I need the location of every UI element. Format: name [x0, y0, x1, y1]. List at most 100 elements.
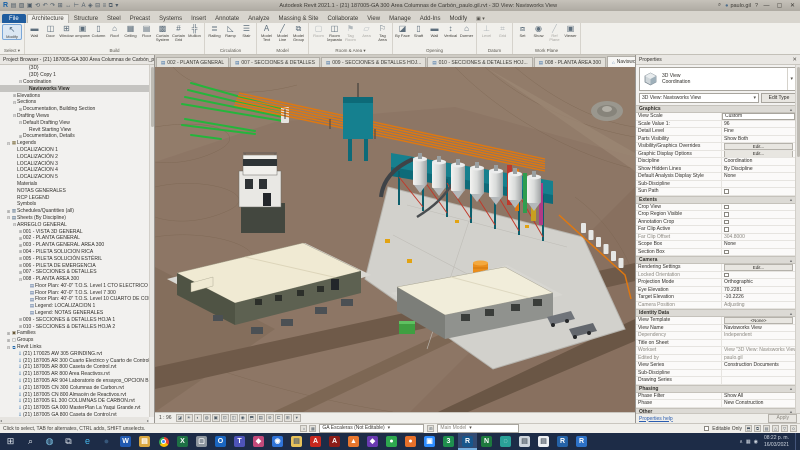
browser-horizontal-scrollbar[interactable]: ◂ ▸ [0, 417, 149, 423]
sync-with-central-icon[interactable]: ⟲ [35, 3, 40, 9]
ribbon-button-stair[interactable]: ☰ Stair [239, 24, 254, 38]
rendering-dialog-icon[interactable]: ◍ [203, 414, 211, 422]
reveal-constraints-icon[interactable]: ⊞ [284, 414, 292, 422]
tree-item-localizaci-n-5[interactable]: LOCALIZACIÓN 5 [0, 174, 149, 181]
ribbon-tab-architecture[interactable]: Architecture [26, 14, 69, 23]
thin-lines-icon[interactable]: ≡ [103, 3, 107, 9]
property-value[interactable] [722, 249, 795, 256]
highlight-displacement-icon[interactable]: ⊏ [275, 414, 283, 422]
property-value[interactable] [722, 226, 795, 233]
taskbar-app-revit-viewer[interactable]: R [553, 433, 572, 450]
property-value[interactable]: 70.2281 [722, 287, 795, 294]
tree-item-localizaci-n-4[interactable]: LOCALIZACIÓN 4 [0, 167, 149, 174]
property-value[interactable]: Edit... [722, 150, 795, 157]
tray-expand-icon[interactable]: ∧ [739, 439, 743, 445]
property-value[interactable]: Construction Documents [722, 362, 795, 369]
taskbar-app-outlook[interactable]: O [211, 433, 230, 450]
ribbon-button-door[interactable]: ◫ Door [43, 24, 58, 38]
tree-item-documentation-details[interactable]: ⊞ Documentation, Details [0, 133, 149, 140]
tree-item-floor-plan-40-0-t-o-s-level-1-cto-electr[interactable]: ▤ Floor Plan: 40'-0" T.O.S. Level 1 CTO E… [0, 283, 149, 290]
property-value[interactable]: 304.8000 [722, 234, 795, 241]
property-value[interactable]: -10.2226 [722, 294, 795, 301]
taskbar-app-navisworks[interactable]: N [477, 433, 496, 450]
tree-item-legend-localizaci-n-1[interactable]: ▤ Legend: LOCALIZACIÓN 1 [0, 303, 149, 310]
ribbon-tab-steel[interactable]: Steel [103, 15, 125, 23]
property-value[interactable] [722, 204, 795, 211]
help-icon[interactable]: ? [755, 3, 758, 9]
view-tab-010-secciones-detalles-hoj[interactable]: ▤ 010 - SECCIONES & DETALLES HOJ... [427, 57, 533, 67]
tree-item-localizaci-n-1[interactable]: LOCALIZACIÓN 1 [0, 147, 149, 154]
edit-type-button[interactable]: Edit Type [761, 93, 797, 103]
property-value[interactable] [722, 272, 795, 279]
worksets-icon[interactable]: ⌂ [300, 425, 308, 432]
taskbar-app-folder[interactable]: ▤ [287, 433, 306, 450]
property-value[interactable]: 96 [722, 121, 795, 128]
worksharing-display-icon[interactable]: ⬒ [248, 414, 256, 422]
checkbox-unchecked[interactable] [724, 204, 729, 209]
property-value[interactable] [722, 370, 795, 377]
collapse-icon[interactable]: ▴ [790, 197, 792, 202]
properties-help-link[interactable]: Properties help [639, 416, 673, 422]
taskbar-app-snip-tool[interactable]: ▢ [192, 433, 211, 450]
property-value[interactable]: None [722, 173, 795, 180]
tree-item-notas-generales[interactable]: NOTAS GENERALES [0, 187, 149, 194]
taskbar-app-infraworks[interactable]: ◆ [363, 433, 382, 450]
worksharing-icon[interactable]: ⬒ [745, 425, 752, 432]
ribbon-tab-view[interactable]: View [363, 15, 384, 23]
shadows-icon[interactable]: ◐ [194, 414, 202, 422]
tree-item-21-187005-ga-000-masterplan-la-yaqui-gra[interactable]: ⇩ (21) 187005 GA 000 MasterPlan La Yaqui … [0, 405, 149, 412]
edit-button[interactable]: Edit... [724, 264, 793, 271]
tree-item-navisworks-view[interactable]: Navisworks View [0, 85, 149, 93]
taskbar-app-3ds-max[interactable]: 3 [439, 433, 458, 450]
filter-icon[interactable]: ▽ [781, 425, 788, 432]
property-value[interactable]: Adjusting [722, 302, 795, 309]
tree-item-sheets-by-discipline[interactable]: ⊟ ▤ Sheets (By Discipline) [0, 215, 149, 222]
property-value[interactable]: Fine [722, 128, 795, 135]
property-value[interactable] [722, 219, 795, 226]
tree-item-006-pileta-de-emergencia[interactable]: ⊞ 006 - PILETA DE EMERGENCIA [0, 262, 149, 269]
undo-icon[interactable]: ↶ [43, 3, 48, 9]
taskbar-app-paint[interactable]: ◆ [249, 433, 268, 450]
collapse-icon[interactable]: ▴ [790, 107, 792, 112]
tree-item-008-planta-rea-300[interactable]: ⊟ 008 - PLANTA ÁREA 300 [0, 276, 149, 283]
tree-item-21-170025-aw-305-grinding-rvt[interactable]: ⇩ (21) 170025 AW 305 GRINDING.rvt [0, 350, 149, 357]
ribbon-button-model-line[interactable]: ╱ Model Line [275, 24, 290, 43]
view-tab-007-secciones-detalles[interactable]: ▤ 007 - SECCIONES & DETALLES [230, 57, 320, 67]
taskbar-clock[interactable]: 08:22 p. m. 16/03/2021 [761, 435, 792, 448]
tree-item-schedules-quantities-all[interactable]: ⊞ ▥ Schedules/Quantities (all) [0, 208, 149, 215]
property-value[interactable]: Navisworks View [722, 325, 795, 332]
tree-item-families[interactable]: ⊞ ▣ Families [0, 330, 149, 337]
active-workset-combo[interactable]: GA Escaleras (Not Editable) ▾ [319, 424, 425, 433]
taskbar-app-autodesk-app[interactable]: ▲ [344, 433, 363, 450]
ribbon-button-viewer[interactable]: ▣ Viewer [563, 24, 578, 38]
tree-item-010-secciones-detalles-hoja-2[interactable]: ⊞ 010 - SECCIONES & DETALLES HOJA 2 [0, 323, 149, 330]
save-icon[interactable]: ▣ [27, 3, 33, 9]
temporary-view-properties-icon[interactable]: ▤ [257, 414, 265, 422]
ribbon-button-mullion[interactable]: ╬ Mullion [187, 24, 202, 38]
taskbar-app-firefox[interactable]: ● [401, 433, 420, 450]
checkbox-unchecked[interactable] [724, 189, 729, 194]
tree-item-materials[interactable]: Materials [0, 181, 149, 188]
ribbon-tab-collaborate[interactable]: Collaborate [324, 15, 363, 23]
property-value[interactable] [722, 377, 795, 384]
browser-vertical-scrollbar[interactable] [149, 65, 154, 417]
tree-item-003-planta-general-rea-300[interactable]: ⊞ 003 - PLANTA GENERAL ÁREA 300 [0, 242, 149, 249]
tree-item-sections[interactable]: ⊟ Sections [0, 99, 149, 106]
section-header-camera[interactable]: Camera ▴ [636, 256, 795, 264]
properties-filter-combo[interactable]: 3D View: Navisworks View ▾ [639, 93, 759, 103]
default-3d-view-icon[interactable]: ◈ [88, 3, 93, 9]
taskbar-app-teams[interactable]: T [230, 433, 249, 450]
tree-item-floor-plan-40-0-t-o-s-level-7-300[interactable]: ▤ Floor Plan: 40'-0" T.O.S. Level 7 300 [0, 289, 149, 296]
ribbon-button-show[interactable]: ◉ Show [531, 24, 546, 38]
tree-item-21-187005-el-300-columnas-de-carbon-rvt[interactable]: ⇩ (21) 187005 EL 300 COLUMNAS DE CARBON.r… [0, 398, 149, 405]
ribbon-button-room-separator[interactable]: ◫Room Separator [327, 24, 342, 43]
keynote-icon[interactable]: ▤ [763, 425, 770, 432]
close-icon[interactable]: ✕ [792, 57, 797, 63]
editable-only-checkbox[interactable] [704, 426, 710, 431]
ribbon-button-modify[interactable]: ↖ Modify [2, 24, 22, 41]
tree-item-legend-notas-generales[interactable]: ▤ Legend: NOTAS GENERALES [0, 310, 149, 317]
property-value[interactable]: Show Both [722, 136, 795, 143]
show-desktop-button[interactable] [795, 433, 798, 450]
section-icon[interactable]: ⊟ [95, 3, 100, 9]
ribbon-tab-massing-site[interactable]: Massing & Site [274, 15, 322, 23]
